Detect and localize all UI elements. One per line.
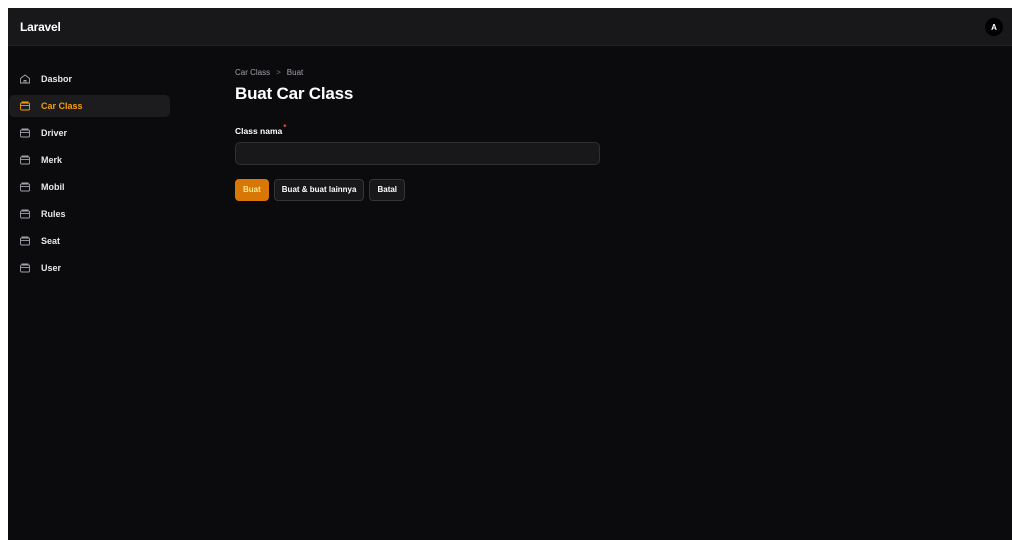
- create-another-button[interactable]: Buat & buat lainnya: [273, 178, 365, 201]
- sidebar-item-user[interactable]: User: [9, 257, 170, 279]
- breadcrumb-parent[interactable]: Car Class: [235, 68, 270, 77]
- sidebar-item-car-class[interactable]: Car Class: [9, 95, 170, 117]
- page-title: Buat Car Class: [235, 84, 354, 103]
- folder-icon: [18, 208, 32, 220]
- folder-icon: [18, 154, 32, 166]
- class-nama-label: Class nama*: [235, 123, 635, 136]
- sidebar-item-rules[interactable]: Rules: [9, 203, 170, 225]
- app-window: Laravel A Dasbor Car Class Driver Merk M…: [8, 8, 1012, 540]
- sidebar-item-label: Seat: [41, 236, 61, 246]
- sidebar-item-label: Car Class: [41, 101, 83, 111]
- sidebar-item-label: Rules: [41, 209, 66, 219]
- top-bar: Laravel A: [8, 8, 1012, 46]
- folder-icon: [18, 262, 32, 274]
- create-button[interactable]: Buat: [235, 178, 269, 201]
- class-nama-input[interactable]: [235, 141, 600, 165]
- sidebar-item-label: Mobil: [41, 182, 65, 192]
- sidebar-item-label: User: [41, 263, 62, 273]
- sidebar-item-merk[interactable]: Merk: [9, 149, 170, 171]
- folder-icon: [18, 100, 32, 112]
- folder-icon: [18, 235, 32, 247]
- sidebar: Dasbor Car Class Driver Merk Mobil Rules…: [8, 46, 186, 540]
- breadcrumb-current: Buat: [286, 67, 304, 77]
- user-avatar[interactable]: A: [985, 18, 1003, 36]
- class-nama-label-text: Class nama: [235, 125, 283, 136]
- sidebar-item-driver[interactable]: Driver: [9, 122, 170, 144]
- main-content: Car Class > Buat Buat Car Class Class na…: [235, 66, 635, 201]
- form-actions: Buat Buat & buat lainnya Batal: [235, 178, 635, 201]
- cancel-button[interactable]: Batal: [369, 178, 406, 201]
- sidebar-item-label: Dasbor: [41, 74, 73, 84]
- breadcrumb-separator: >: [276, 67, 281, 77]
- sidebar-item-label: Merk: [41, 155, 63, 165]
- required-mark: *: [283, 123, 287, 132]
- folder-icon: [18, 181, 32, 193]
- brand-logo[interactable]: Laravel: [20, 20, 61, 34]
- sidebar-item-dasbor[interactable]: Dasbor: [9, 68, 170, 90]
- sidebar-item-mobil[interactable]: Mobil: [9, 176, 170, 198]
- breadcrumb: Car Class > Buat: [235, 66, 635, 78]
- folder-icon: [18, 127, 32, 139]
- home-icon: [18, 73, 32, 85]
- sidebar-item-seat[interactable]: Seat: [9, 230, 170, 252]
- sidebar-item-label: Driver: [41, 128, 68, 138]
